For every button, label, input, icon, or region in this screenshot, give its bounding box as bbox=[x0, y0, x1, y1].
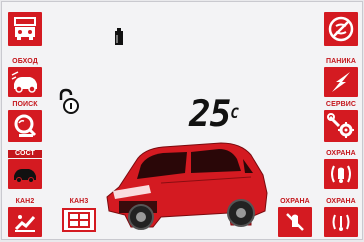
temperature-unit: C bbox=[230, 106, 239, 122]
unlock-icon bbox=[59, 88, 79, 114]
mute-siren-button[interactable] bbox=[278, 207, 312, 237]
search-button[interactable] bbox=[8, 110, 42, 142]
channel3-label: КАН3 bbox=[69, 198, 89, 205]
seat-heat-icon bbox=[14, 215, 36, 232]
channel2-label: КАН2 bbox=[15, 198, 35, 205]
window-grid-icon bbox=[68, 212, 90, 228]
alarm-sound-small-icon bbox=[332, 214, 350, 231]
alarm-sound-small-button[interactable] bbox=[324, 207, 358, 237]
bypass-button[interactable] bbox=[8, 67, 42, 97]
car-state-icon bbox=[14, 169, 36, 183]
trunk-open-icon bbox=[14, 17, 36, 40]
bypass-label: ОБХОД bbox=[12, 58, 38, 65]
mute-siren-icon bbox=[286, 213, 304, 231]
panic-label: ПАНИКА bbox=[325, 58, 357, 65]
service-gear-icon bbox=[327, 113, 354, 138]
state-button[interactable] bbox=[8, 159, 42, 189]
service-label: СЕРВИС bbox=[325, 101, 357, 108]
search-icon bbox=[14, 114, 37, 137]
panic-icon bbox=[332, 72, 350, 92]
car-bypass-icon bbox=[11, 71, 37, 93]
search-label: ПОИСК bbox=[12, 101, 38, 108]
guard-label-3: ОХРАНА bbox=[280, 198, 310, 205]
guard-label-1: ОХРАНА bbox=[326, 150, 356, 157]
service-button[interactable] bbox=[324, 110, 358, 142]
channel2-button[interactable] bbox=[8, 207, 42, 237]
state-label: СОСТ bbox=[8, 150, 42, 158]
guard-label-2: ОХРАНА bbox=[326, 198, 356, 205]
alarm-display-screen: ОБХОД ПОИСК СОСТ КАН2 КАН3 25C ПАНИКА СЕ… bbox=[1, 1, 363, 240]
alarm-sound-icon bbox=[331, 165, 351, 183]
battery-icon bbox=[115, 28, 123, 45]
trunk-button[interactable] bbox=[8, 12, 42, 46]
no-engine-button[interactable] bbox=[324, 12, 358, 46]
channel3-button[interactable] bbox=[62, 208, 96, 232]
no-engine-icon bbox=[328, 16, 354, 42]
car-image bbox=[106, 142, 268, 230]
alarm-sound-button[interactable] bbox=[324, 159, 358, 189]
panic-button[interactable] bbox=[324, 67, 358, 97]
